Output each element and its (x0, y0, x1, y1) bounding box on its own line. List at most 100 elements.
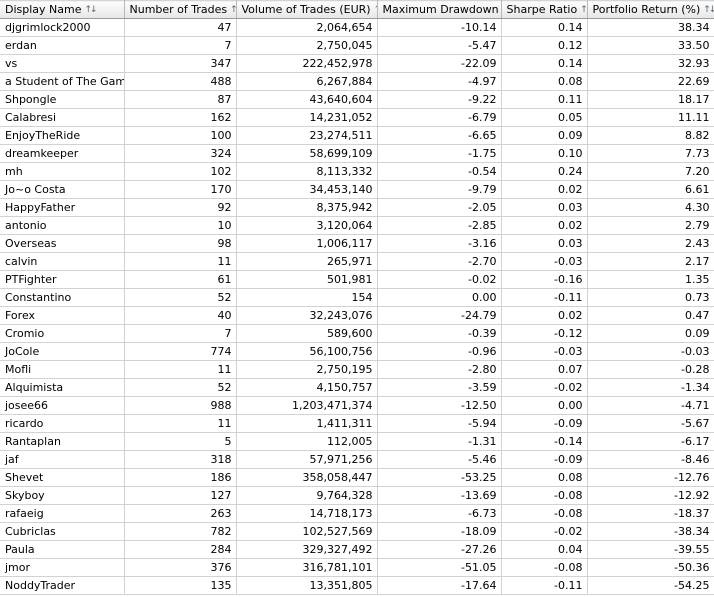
table-row[interactable]: ricardo 11 1,411,311 -5.94 -0.09 -5.67 (0, 414, 714, 433)
cell-drawdown: -18.09 (377, 522, 502, 541)
cell-return: -5.67 (587, 414, 714, 433)
cell-name: rafaeig (0, 504, 125, 523)
table-row[interactable]: Constantino 52 154 0.00 -0.11 0.73 (0, 288, 714, 307)
table-row[interactable]: NoddyTrader 135 13,351,805 -17.64 -0.11 -54.2… (0, 576, 714, 595)
cell-name: Paula (0, 540, 125, 559)
cell-sharpe: 0.02 (501, 180, 588, 199)
cell-sharpe: 0.03 (501, 198, 588, 217)
table-row[interactable]: antonio 10 3,120,064 -2.85 0.02 2.79 (0, 216, 714, 235)
cell-trades: 98 (124, 234, 237, 253)
cell-sharpe: 0.14 (501, 18, 588, 37)
cell-sharpe: 0.02 (501, 306, 588, 325)
table-row[interactable]: Mofli 11 2,750,195 -2.80 0.07 -0.28 (0, 360, 714, 379)
sort-arrows-icon[interactable]: ↑↓ (85, 5, 98, 15)
table-row[interactable]: Calabresi 162 14,231,052 -6.79 0.05 11.11 (0, 108, 714, 127)
cell-trades: 11 (124, 414, 237, 433)
table-row[interactable]: JoCole 774 56,100,756 -0.96 -0.03 -0.03 (0, 342, 714, 361)
cell-return: -18.37 (587, 504, 714, 523)
sort-arrows-icon[interactable]: ↑↓ (230, 5, 235, 15)
cell-trades: 100 (124, 126, 237, 145)
cell-trades: 5 (124, 432, 237, 451)
cell-name: mh (0, 162, 125, 181)
table-row[interactable]: EnjoyTheRide 100 23,274,511 -6.65 0.09 8.82 (0, 126, 714, 145)
cell-volume: 358,058,447 (236, 468, 378, 487)
cell-return: 6.61 (587, 180, 714, 199)
column-header-trades[interactable]: Number of Trades↑↓ (124, 0, 237, 19)
table-row[interactable]: PTFighter 61 501,981 -0.02 -0.16 1.35 (0, 270, 714, 289)
cell-return: 32.93 (587, 54, 714, 73)
table-row[interactable]: vs 347 222,452,978 -22.09 0.14 32.93 (0, 54, 714, 73)
table-row[interactable]: Skyboy 127 9,764,328 -13.69 -0.08 -12.92 (0, 486, 714, 505)
table-row[interactable]: Shevet 186 358,058,447 -53.25 0.08 -12.76 (0, 468, 714, 487)
table-row[interactable]: erdan 7 2,750,045 -5.47 0.12 33.50 (0, 36, 714, 55)
cell-name: Cubriclas (0, 522, 125, 541)
table-row[interactable]: Alquimista 52 4,150,757 -3.59 -0.02 -1.34 (0, 378, 714, 397)
cell-return: 8.82 (587, 126, 714, 145)
cell-return: 2.43 (587, 234, 714, 253)
cell-sharpe: -0.02 (501, 522, 588, 541)
cell-return: 2.79 (587, 216, 714, 235)
column-header-drawdown[interactable]: Maximum Drawdown ↑↓ (377, 0, 502, 19)
cell-trades: 774 (124, 342, 237, 361)
cell-return: -54.25 (587, 576, 714, 595)
table-row[interactable]: Cromio 7 589,600 -0.39 -0.12 0.09 (0, 324, 714, 343)
table-row[interactable]: Rantaplan 5 112,005 -1.31 -0.14 -6.17 (0, 432, 714, 451)
table-row[interactable]: calvin 11 265,971 -2.70 -0.03 2.17 (0, 252, 714, 271)
cell-sharpe: 0.09 (501, 126, 588, 145)
header-row: Display Name↑↓Number of Trades↑↓Volume o… (0, 0, 714, 19)
cell-volume: 6,267,884 (236, 72, 378, 91)
cell-sharpe: 0.14 (501, 54, 588, 73)
cell-volume: 14,718,173 (236, 504, 378, 523)
table-row[interactable]: josee66 988 1,203,471,374 -12.50 0.00 -4.71 (0, 396, 714, 415)
sort-arrows-icon[interactable]: ↑↓ (374, 5, 376, 15)
cell-sharpe: -0.11 (501, 288, 588, 307)
column-header-sharpe[interactable]: Sharpe Ratio↑↓ (501, 0, 588, 19)
sort-arrows-icon[interactable]: ↑↓ (703, 5, 713, 15)
cell-drawdown: -12.50 (377, 396, 502, 415)
column-header-name[interactable]: Display Name ↑↓ (0, 0, 125, 19)
table-row[interactable]: Overseas 98 1,006,117 -3.16 0.03 2.43 (0, 234, 714, 253)
cell-volume: 3,120,064 (236, 216, 378, 235)
cell-name: a Student of The Game (0, 72, 125, 91)
table-row[interactable]: Shpongle 87 43,640,604 -9.22 0.11 18.17 (0, 90, 714, 109)
table-row[interactable]: Jo~o Costa 170 34,453,140 -9.79 0.02 6.61 (0, 180, 714, 199)
table-row[interactable]: jmor 376 316,781,101 -51.05 -0.08 -50.36 (0, 558, 714, 577)
cell-volume: 329,327,492 (236, 540, 378, 559)
cell-volume: 34,453,140 (236, 180, 378, 199)
column-header-volume[interactable]: Volume of Trades (EUR)↑↓ (236, 0, 378, 19)
cell-name: Constantino (0, 288, 125, 307)
cell-return: 22.69 (587, 72, 714, 91)
cell-name: Calabresi (0, 108, 125, 127)
table-row[interactable]: mh 102 8,113,332 -0.54 0.24 7.20 (0, 162, 714, 181)
cell-name: JoCole (0, 342, 125, 361)
cell-drawdown: -6.73 (377, 504, 502, 523)
cell-name: Shevet (0, 468, 125, 487)
cell-name: vs (0, 54, 125, 73)
cell-return: 0.09 (587, 324, 714, 343)
sort-arrows-icon[interactable]: ↑↓ (580, 5, 586, 15)
cell-sharpe: -0.14 (501, 432, 588, 451)
table-row[interactable]: HappyFather 92 8,375,942 -2.05 0.03 4.30 (0, 198, 714, 217)
table-header: Display Name↑↓Number of Trades↑↓Volume o… (0, 0, 714, 19)
cell-sharpe: 0.24 (501, 162, 588, 181)
table-row[interactable]: djgrimlock2000 47 2,064,654 -10.14 0.14 38.34 (0, 18, 714, 37)
cell-sharpe: 0.08 (501, 468, 588, 487)
table-row[interactable]: Paula 284 329,327,492 -27.26 0.04 -39.55 (0, 540, 714, 559)
cell-return: 38.34 (587, 18, 714, 37)
table-row[interactable]: jaf 318 57,971,256 -5.46 -0.09 -8.46 (0, 450, 714, 469)
cell-sharpe: -0.09 (501, 450, 588, 469)
table-row[interactable]: dreamkeeper 324 58,699,109 -1.75 0.10 7.73 (0, 144, 714, 163)
cell-volume: 112,005 (236, 432, 378, 451)
cell-sharpe: 0.00 (501, 396, 588, 415)
table-row[interactable]: a Student of The Game 488 6,267,884 -4.97 0.… (0, 72, 714, 91)
cell-trades: 263 (124, 504, 237, 523)
cell-name: antonio (0, 216, 125, 235)
table-row[interactable]: Cubriclas 782 102,527,569 -18.09 -0.02 -38.34 (0, 522, 714, 541)
cell-trades: 782 (124, 522, 237, 541)
cell-drawdown: -3.59 (377, 378, 502, 397)
table-row[interactable]: rafaeig 263 14,718,173 -6.73 -0.08 -18.37 (0, 504, 714, 523)
cell-trades: 162 (124, 108, 237, 127)
cell-return: 2.17 (587, 252, 714, 271)
table-row[interactable]: Forex 40 32,243,076 -24.79 0.02 0.47 (0, 306, 714, 325)
column-header-return[interactable]: Portfolio Return (%) ↑↓ (587, 0, 714, 19)
